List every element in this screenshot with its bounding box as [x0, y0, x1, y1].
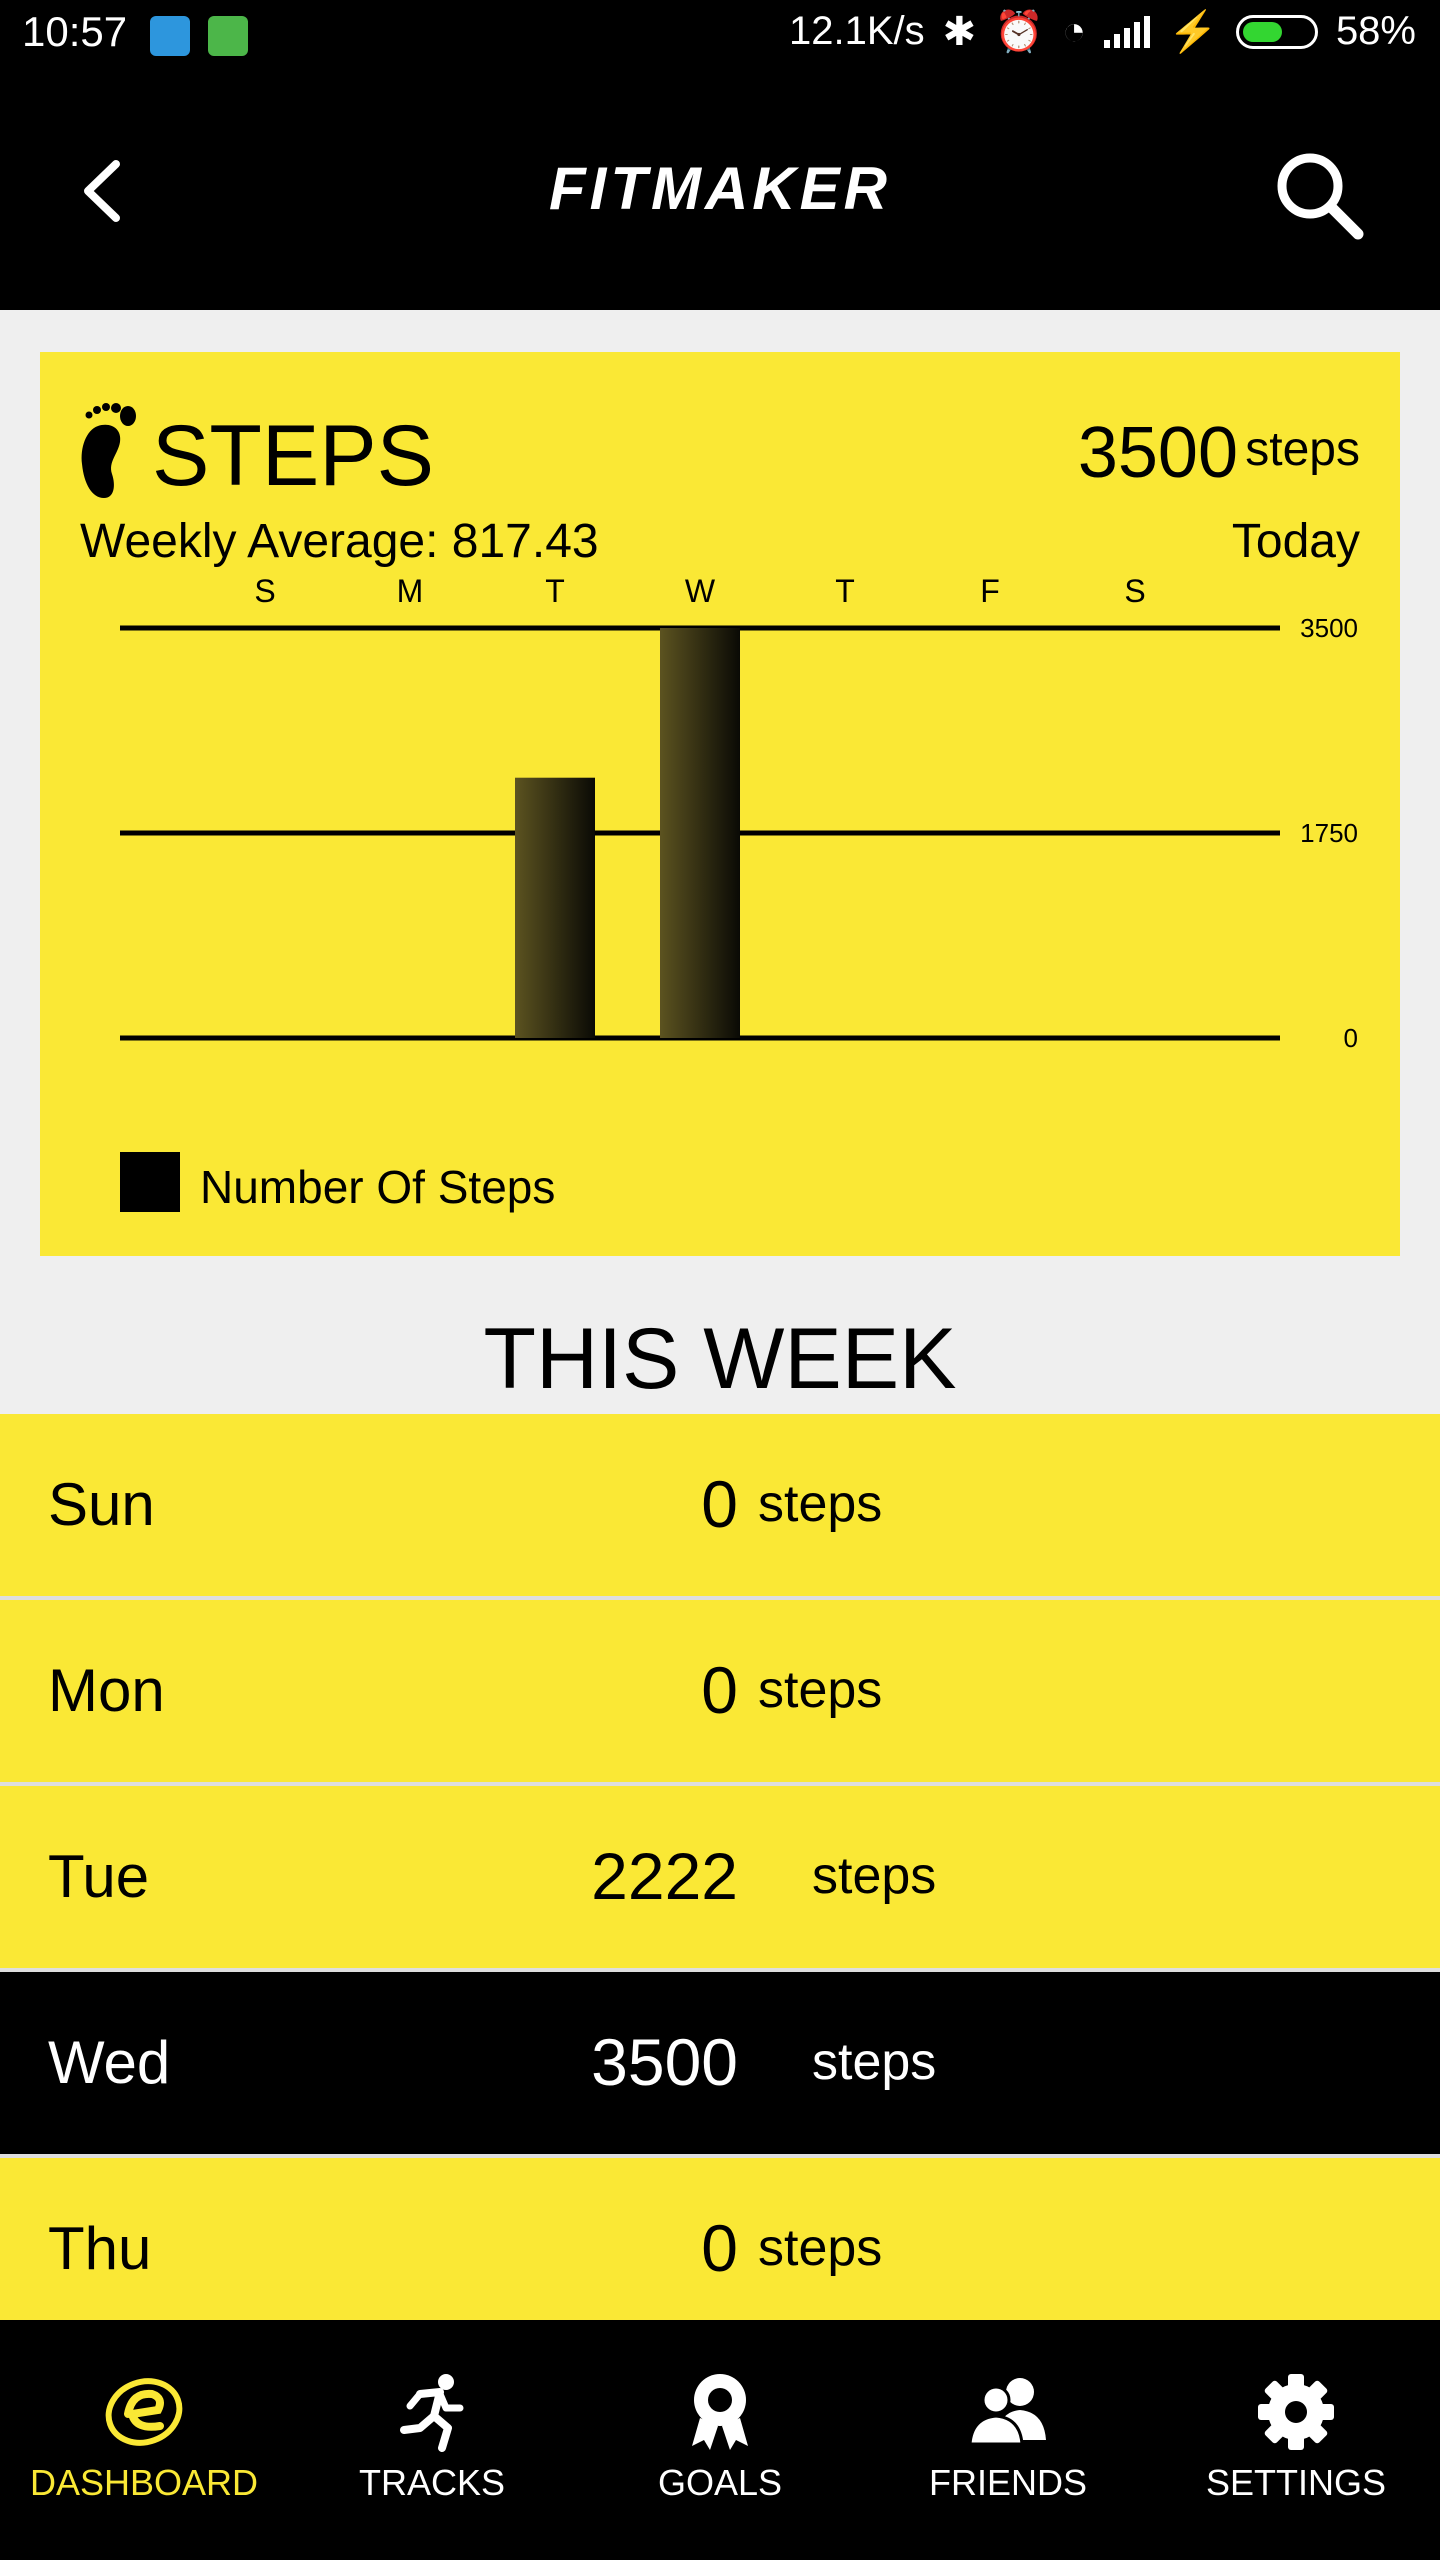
- wifi-icon: ◔: [1061, 9, 1087, 53]
- row-day: Sun: [48, 1471, 155, 1538]
- usb-app-icon: [150, 16, 190, 56]
- battery-fill: [1242, 21, 1282, 42]
- x-tick-label: M: [397, 578, 424, 609]
- row-day: Tue: [48, 1843, 150, 1910]
- bar-w-3: [660, 628, 740, 1038]
- nav-dashboard[interactable]: DASHBOARD: [0, 2320, 288, 2560]
- steps-card[interactable]: STEPS 3500 steps Weekly Average: 817.43 …: [40, 352, 1400, 1256]
- nav-friends[interactable]: FRIENDS: [864, 2320, 1152, 2560]
- nav-label: FRIENDS: [928, 2462, 1087, 2503]
- bottom-nav: DASHBOARD TRACKS GOALS FRIENDS SETTINGS: [0, 2320, 1440, 2560]
- x-tick-label: T: [545, 578, 565, 609]
- week-row-mon[interactable]: Mon 0 steps: [0, 1600, 1440, 1786]
- week-list: Sun 0 steps Mon 0 steps Tue 2222 steps W…: [0, 1414, 1440, 2344]
- gear-icon: [1258, 2374, 1334, 2450]
- today-label: Today: [1231, 515, 1360, 568]
- row-steps-value: 2222: [591, 1839, 738, 1913]
- row-steps-value: 0: [701, 1467, 738, 1541]
- row-steps-unit: steps: [812, 1847, 937, 1905]
- x-tick-label: W: [685, 578, 716, 609]
- bluetooth-icon: ✱: [942, 9, 977, 54]
- steps-title: STEPS: [152, 408, 434, 504]
- alarm-icon: ⏰: [994, 10, 1044, 54]
- row-steps-value: 0: [701, 2211, 738, 2285]
- x-tick-label: S: [1124, 578, 1145, 609]
- footprint-icon: [81, 403, 136, 498]
- row-steps-unit: steps: [758, 1475, 883, 1533]
- friends-icon: [968, 2378, 1046, 2446]
- battery-percent: 58%: [1335, 9, 1416, 53]
- week-row-wed[interactable]: Wed 3500 steps: [0, 1972, 1440, 2158]
- week-row-sun[interactable]: Sun 0 steps: [0, 1414, 1440, 1600]
- row-day: Wed: [48, 2029, 171, 2096]
- row-steps-value: 0: [701, 1653, 738, 1727]
- dashboard-icon: [105, 2378, 183, 2446]
- today-steps-unit: steps: [1245, 423, 1360, 476]
- search-icon[interactable]: [1270, 146, 1370, 246]
- nav-label: GOALS: [657, 2462, 783, 2503]
- network-speed: 12.1K/s: [788, 9, 925, 53]
- x-tick-label: T: [835, 578, 855, 609]
- legend-swatch: [120, 1152, 180, 1212]
- nav-settings[interactable]: SETTINGS: [1152, 2320, 1440, 2560]
- x-tick-label: F: [980, 578, 1000, 609]
- y-tick-label: 0: [1344, 1023, 1358, 1053]
- steps-bar-chart: S M T W T F S 3500 1750 0: [120, 578, 1358, 1053]
- row-steps-unit: steps: [758, 1661, 883, 1719]
- charging-icon: ⚡: [1168, 10, 1218, 54]
- row-steps-unit: steps: [812, 2033, 937, 2091]
- row-day: Mon: [48, 1657, 165, 1724]
- ribbon-icon: [692, 2374, 748, 2450]
- status-time: 10:57: [22, 8, 128, 55]
- nav-label: DASHBOARD: [29, 2462, 259, 2503]
- this-week-title: THIS WEEK: [483, 1311, 957, 1407]
- weekly-average: Weekly Average: 817.43: [80, 515, 599, 568]
- y-tick-label: 1750: [1300, 818, 1358, 848]
- week-row-thu[interactable]: Thu 0 steps: [0, 2158, 1440, 2344]
- x-tick-label: S: [254, 578, 275, 609]
- android-app-icon: [208, 16, 248, 56]
- runner-icon: [400, 2374, 464, 2452]
- battery-icon: [1235, 14, 1318, 49]
- nav-label: TRACKS: [358, 2462, 506, 2503]
- y-tick-label: 3500: [1300, 613, 1358, 643]
- app-logo: FITMAKER: [549, 155, 891, 222]
- row-steps-unit: steps: [758, 2219, 883, 2277]
- row-steps-value: 3500: [591, 2025, 738, 2099]
- status-bar: 10:57 12.1K/s ✱ ⏰ ◔ ⚡ 58%: [0, 0, 1440, 74]
- signal-icon: [1104, 15, 1151, 48]
- app-bar: FITMAKER: [0, 74, 1440, 310]
- week-row-tue[interactable]: Tue 2222 steps: [0, 1786, 1440, 1972]
- today-steps-value: 3500: [1077, 413, 1238, 493]
- nav-goals[interactable]: GOALS: [576, 2320, 864, 2560]
- row-day: Thu: [48, 2215, 152, 2282]
- legend-label: Number Of Steps: [200, 1161, 556, 1213]
- bar-t-2: [515, 777, 595, 1038]
- nav-tracks[interactable]: TRACKS: [288, 2320, 576, 2560]
- nav-label: SETTINGS: [1205, 2462, 1387, 2503]
